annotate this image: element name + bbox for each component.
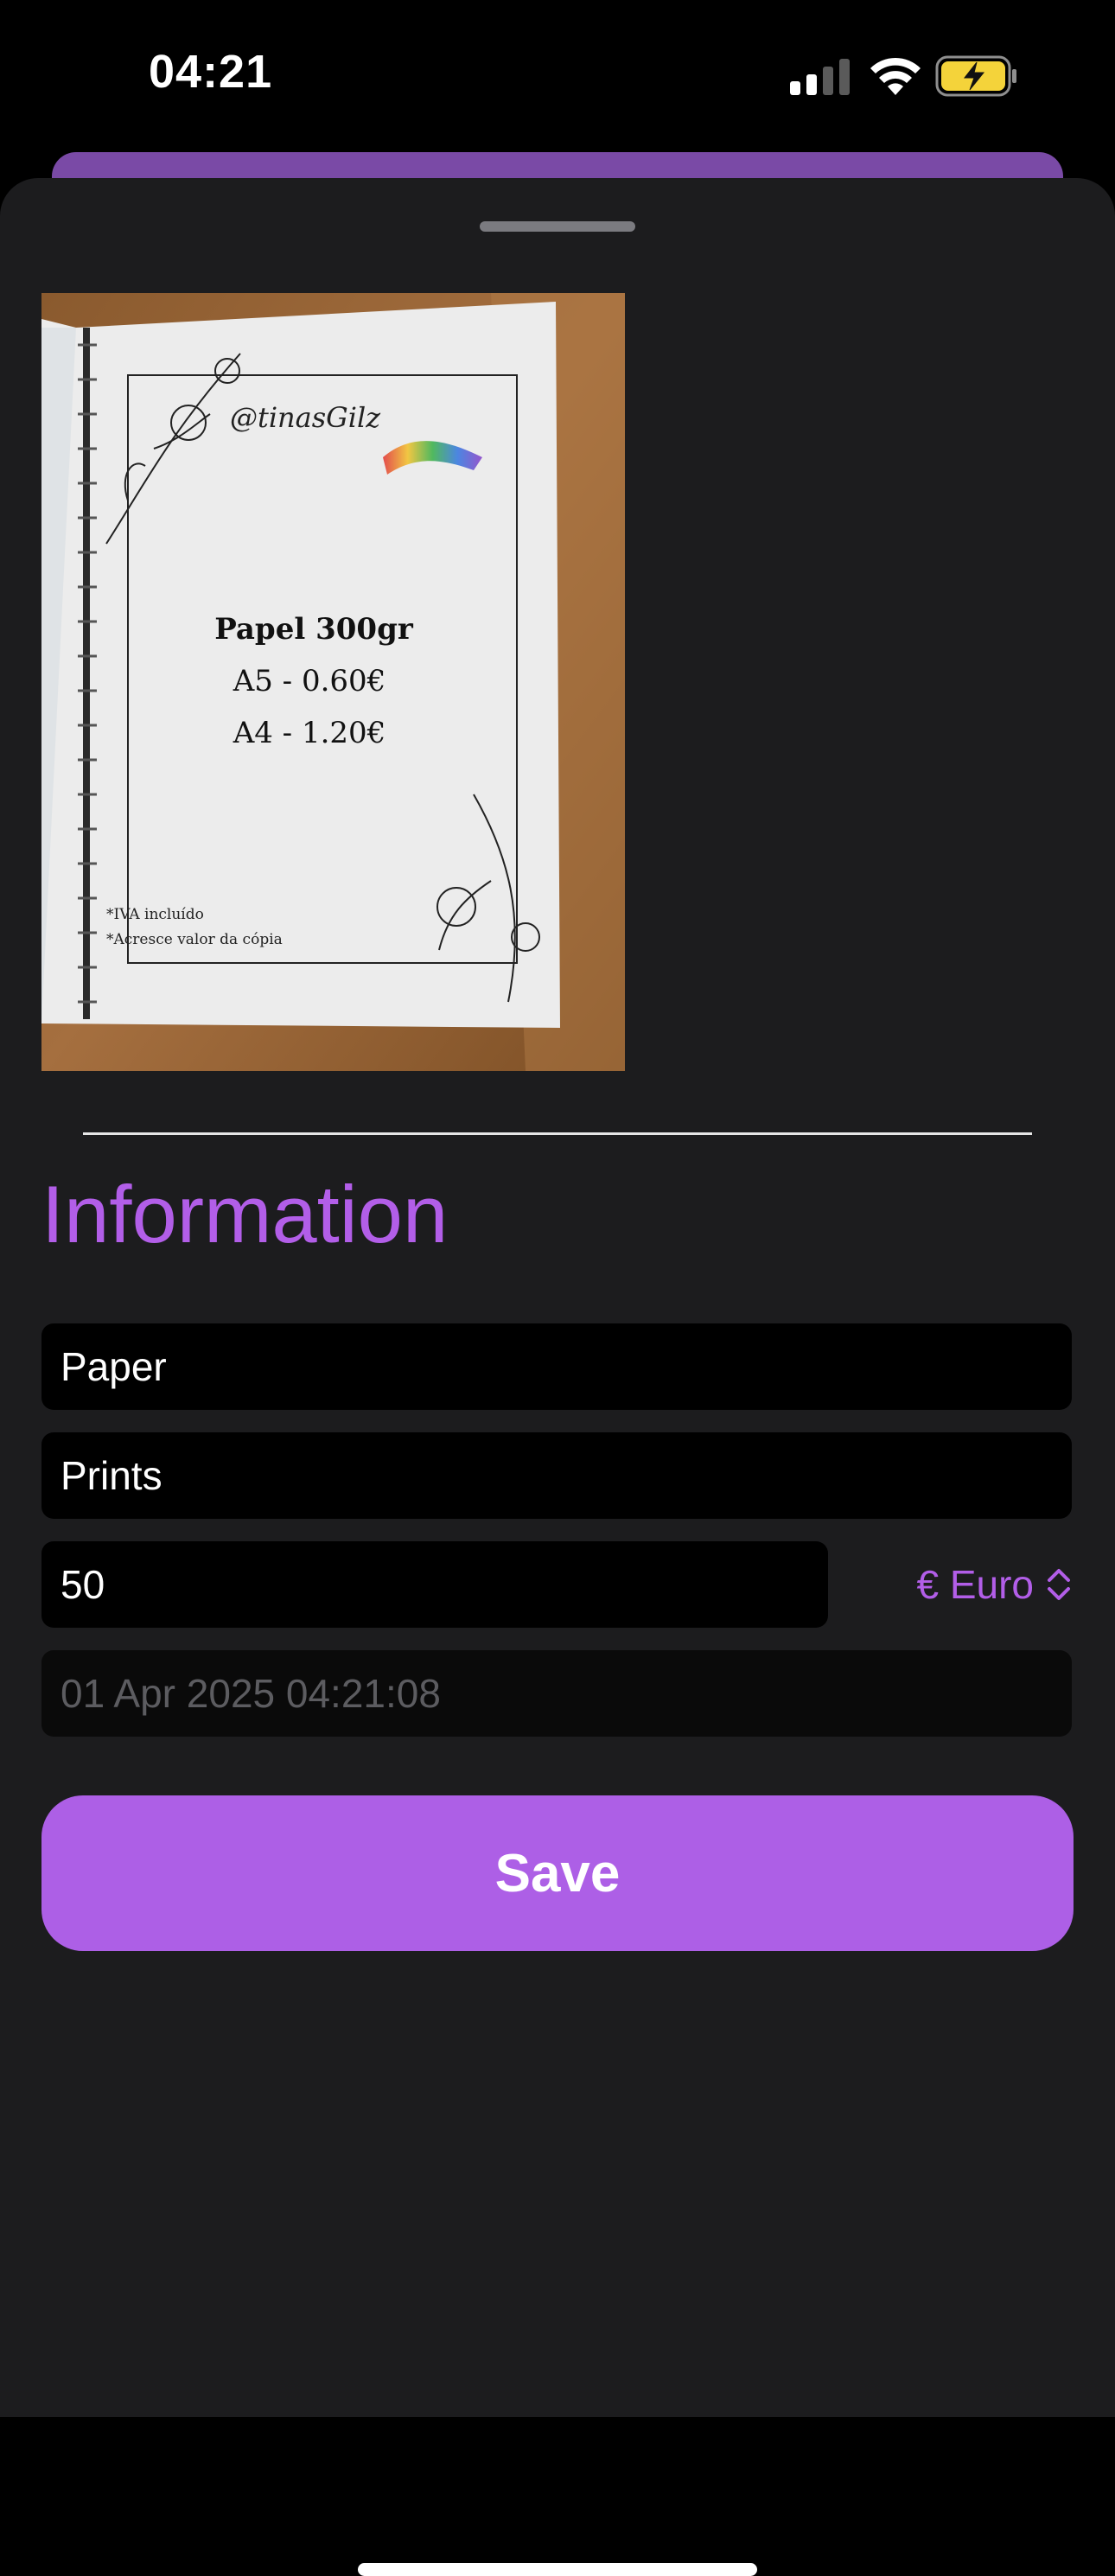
currency-label: € Euro (916, 1562, 1034, 1607)
date-field[interactable]: 01 Apr 2025 04:21:08 (41, 1650, 1072, 1737)
status-time: 04:21 (149, 46, 273, 98)
wifi-icon (870, 57, 921, 95)
cellular-signal-icon (790, 59, 850, 95)
currency-picker[interactable]: € Euro (873, 1541, 1072, 1628)
section-divider (83, 1132, 1032, 1135)
svg-text:*Acresce valor da cópia: *Acresce valor da cópia (106, 931, 283, 948)
svg-text:*IVA incluído: *IVA incluído (106, 906, 204, 923)
svg-text:@tinasGilz: @tinasGilz (230, 401, 381, 434)
chevron-up-down-icon (1048, 1569, 1070, 1600)
svg-text:A4 - 1.20€: A4 - 1.20€ (233, 716, 386, 750)
expense-form-sheet: @tinasGilz Papel 300gr A5 - 0.60€ A4 - 1… (0, 178, 1115, 2576)
svg-text:A5 - 0.60€: A5 - 0.60€ (233, 664, 386, 698)
battery-charging-icon (935, 55, 1016, 97)
save-button[interactable]: Save (41, 1795, 1074, 1951)
name-field[interactable]: Paper (41, 1323, 1072, 1410)
receipt-photo[interactable]: @tinasGilz Papel 300gr A5 - 0.60€ A4 - 1… (41, 293, 625, 1071)
sheet-grabber[interactable] (480, 221, 635, 232)
home-indicator[interactable] (358, 2563, 757, 2576)
amount-field[interactable]: 50 (41, 1541, 828, 1628)
status-bar: 04:21 (0, 0, 1115, 151)
svg-text:Papel 300gr: Papel 300gr (214, 612, 414, 647)
section-title: Information (41, 1169, 449, 1259)
receipt-photo-image: @tinasGilz Papel 300gr A5 - 0.60€ A4 - 1… (41, 293, 625, 1071)
category-field[interactable]: Prints (41, 1432, 1072, 1519)
